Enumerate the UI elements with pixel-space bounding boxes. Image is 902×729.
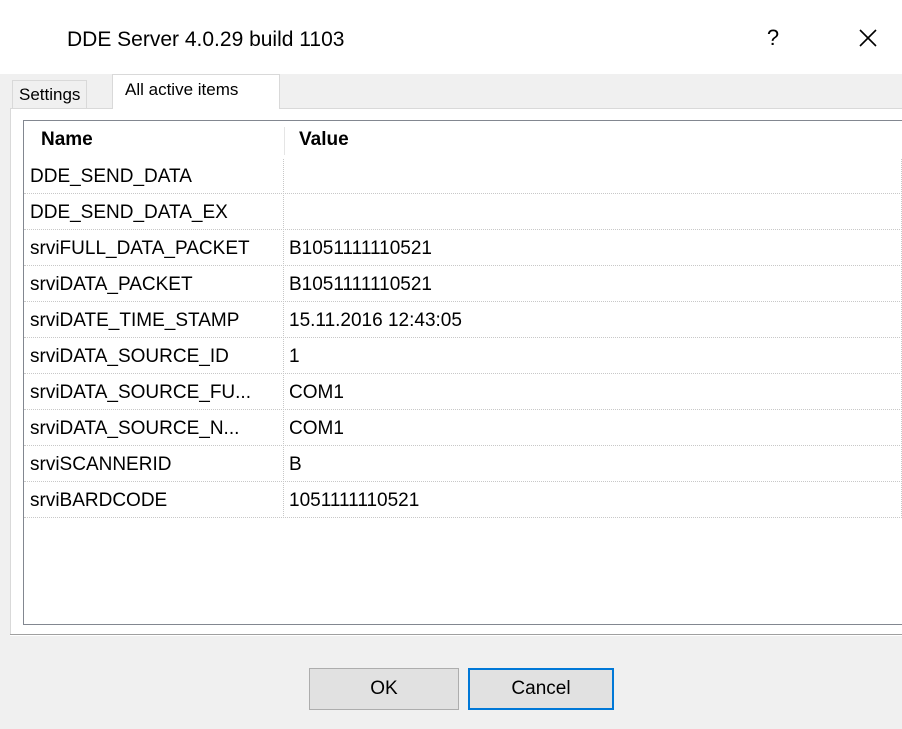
item-name: DDE_SEND_DATA: [24, 159, 284, 194]
item-name: srviSCANNERID: [24, 447, 284, 482]
item-value: B1051111110521: [285, 231, 902, 266]
list-row[interactable]: srviDATA_PACKET B1051111110521: [24, 267, 902, 303]
item-name: srviDATE_TIME_STAMP: [24, 303, 284, 338]
item-name: srviDATA_SOURCE_ID: [24, 339, 284, 374]
cancel-button[interactable]: Cancel: [468, 668, 614, 710]
item-name: srviDATA_SOURCE_N...: [24, 411, 284, 446]
item-name: srviDATA_PACKET: [24, 267, 284, 302]
tab-panel: Name Value DDE_SEND_DATA DDE_SEND_DATA_E…: [10, 108, 902, 634]
dialog-window: DDE Server 4.0.29 build 1103 ? Settings …: [0, 0, 902, 729]
item-name: srviBARDCODE: [24, 483, 284, 518]
item-value: COM1: [285, 411, 902, 446]
item-value: COM1: [285, 375, 902, 410]
list-row[interactable]: srviBARDCODE 1051111110521: [24, 483, 902, 519]
item-value: [285, 195, 902, 230]
item-value: 1051111110521: [285, 483, 902, 518]
item-name: srviFULL_DATA_PACKET: [24, 231, 284, 266]
list-row[interactable]: srviDATA_SOURCE_FU... COM1: [24, 375, 902, 411]
column-header-value[interactable]: Value: [299, 121, 349, 159]
close-button[interactable]: [840, 18, 896, 58]
item-value: 15.11.2016 12:43:05: [285, 303, 902, 338]
item-name: srviDATA_SOURCE_FU...: [24, 375, 284, 410]
ok-button[interactable]: OK: [309, 668, 459, 710]
list-row[interactable]: DDE_SEND_DATA_EX: [24, 195, 902, 231]
title-bar[interactable]: DDE Server 4.0.29 build 1103 ?: [0, 0, 902, 74]
list-row[interactable]: srviSCANNERID B: [24, 447, 902, 483]
tab-all-active-items[interactable]: All active items: [112, 74, 280, 109]
list-header: Name Value: [24, 121, 902, 159]
window-title: DDE Server 4.0.29 build 1103: [67, 28, 345, 51]
list-row[interactable]: srviDATA_SOURCE_ID 1: [24, 339, 902, 375]
tab-settings[interactable]: Settings: [12, 80, 88, 109]
tab-strip: Settings All active items: [0, 74, 902, 109]
list-row[interactable]: srviFULL_DATA_PACKET B1051111110521: [24, 231, 902, 267]
list-rows: DDE_SEND_DATA DDE_SEND_DATA_EX srviFULL_…: [24, 159, 902, 519]
list-row[interactable]: DDE_SEND_DATA: [24, 159, 902, 195]
item-name: DDE_SEND_DATA_EX: [24, 195, 284, 230]
list-row[interactable]: srviDATE_TIME_STAMP 15.11.2016 12:43:05: [24, 303, 902, 339]
item-value: B: [285, 447, 902, 482]
active-items-list[interactable]: Name Value DDE_SEND_DATA DDE_SEND_DATA_E…: [23, 120, 902, 625]
help-button[interactable]: ?: [751, 18, 795, 58]
item-value: [285, 159, 902, 194]
item-value: 1: [285, 339, 902, 374]
button-area-divider-highlight: [10, 635, 902, 636]
item-value: B1051111110521: [285, 267, 902, 302]
close-icon: [859, 29, 877, 47]
column-separator[interactable]: [284, 127, 285, 155]
column-header-name[interactable]: Name: [41, 121, 93, 159]
list-row[interactable]: srviDATA_SOURCE_N... COM1: [24, 411, 902, 447]
